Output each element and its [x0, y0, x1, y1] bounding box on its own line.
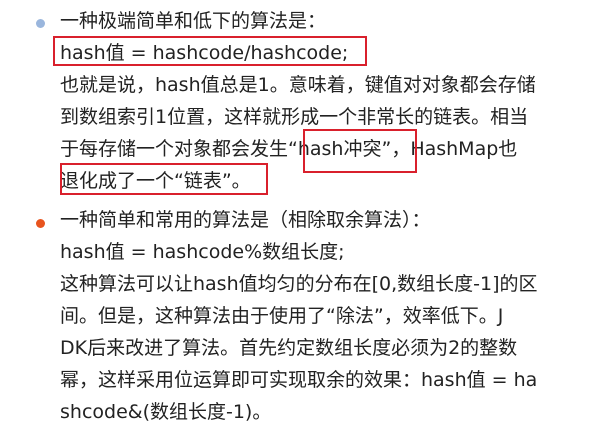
- linked-list-highlight-box: [60, 163, 268, 195]
- section2-formula: hash值 = hashcode%数组长度;: [60, 241, 345, 263]
- bullet-dot-icon: [36, 19, 45, 28]
- section1-body-line: 也就是说，hash值总是1。意味着，键值对对象都会存储: [60, 74, 536, 96]
- document-page: 一种极端简单和低下的算法是： hash值 = hashcode/hashcode…: [0, 0, 603, 443]
- section1-heading: 一种极端简单和低下的算法是：: [60, 10, 327, 32]
- section1-body-line: 于每存储一个对象都会发生“hash冲突”，HashMap也: [60, 138, 518, 160]
- section2-body-line: shcode&(数组长度-1)。: [60, 401, 272, 423]
- hash-collision-highlight-box: [303, 129, 417, 173]
- section2-body-line: 幂，这样采用位运算即可实现取余的效果：hash值 = ha: [60, 369, 538, 391]
- formula-highlight-box: [53, 36, 367, 66]
- section1-body-line: 到数组索引1位置，这样就形成一个非常长的链表。相当: [60, 106, 529, 128]
- section2-heading: 一种简单和常用的算法是（相除取余算法）：: [60, 209, 431, 231]
- bullet-dot-icon: [36, 219, 45, 228]
- section2-body-line: 间。但是，这种算法由于使用了“除法”，效率低下。J: [60, 305, 504, 327]
- section2-body-line: DK后来改进了算法。首先约定数组长度必须为2的整数: [60, 337, 518, 359]
- section2-body-line: 这种算法可以让hash值均匀的分布在[0,数组长度-1]的区: [60, 273, 538, 295]
